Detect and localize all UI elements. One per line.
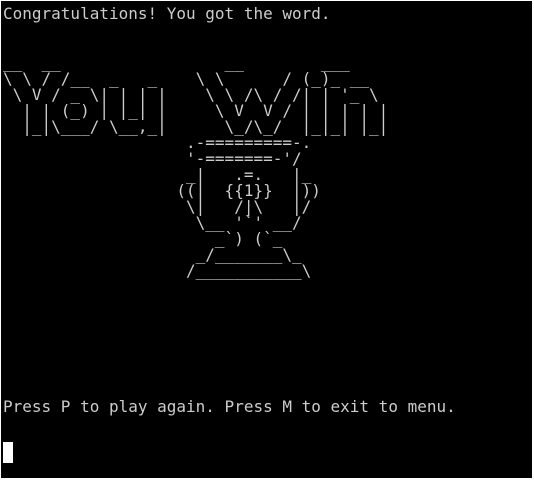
terminal-window[interactable]: Congratulations! You got the word. __ __… — [1, 1, 532, 478]
text-cursor — [3, 442, 13, 463]
congratulations-message: Congratulations! You got the word. — [3, 4, 331, 23]
play-again-prompt: Press P to play again. Press M to exit t… — [3, 397, 456, 416]
you-win-ascii-art: __ __ __ ___ \ \ / /__ _ _ \ \ / (_)_ __… — [3, 53, 389, 280]
